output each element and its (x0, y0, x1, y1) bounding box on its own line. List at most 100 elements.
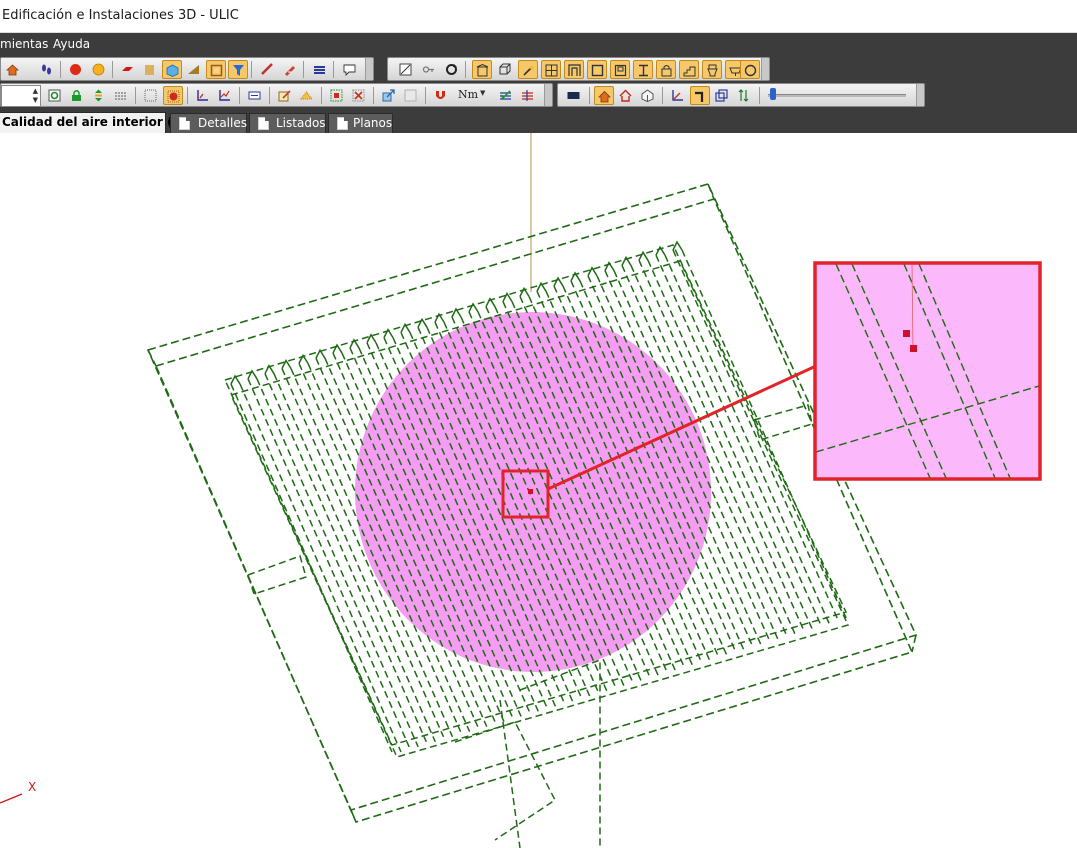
home-button[interactable] (3, 60, 23, 79)
comment-button[interactable] (340, 60, 360, 79)
monitor-button[interactable] (564, 86, 584, 105)
column-button[interactable] (633, 60, 653, 79)
graph-button[interactable] (215, 86, 235, 105)
update-button[interactable] (45, 86, 65, 105)
house-outline-icon (641, 89, 654, 102)
folder-button[interactable] (140, 60, 160, 79)
burst-icon (167, 90, 180, 103)
scene-canvas[interactable] (0, 133, 1077, 848)
key-button[interactable] (419, 60, 439, 79)
copy-button[interactable] (712, 86, 732, 105)
sphere-red-button[interactable] (66, 60, 86, 79)
toolbar-overflow-grip[interactable] (544, 84, 552, 106)
spin-down-icon[interactable]: ▼ (33, 96, 38, 104)
house-outline-button[interactable] (638, 86, 658, 105)
check-list-button[interactable] (496, 86, 516, 105)
ruler-button[interactable] (258, 60, 278, 79)
layers-edit-button[interactable] (111, 86, 131, 105)
menu-item-ayuda[interactable]: Ayuda (53, 37, 90, 51)
pattern-button[interactable] (297, 86, 317, 105)
check-list-red-button[interactable] (518, 86, 538, 105)
circle-button[interactable] (740, 60, 760, 79)
toolbar-overflow-grip[interactable] (365, 58, 373, 80)
refresh-icon (446, 64, 457, 75)
house-red-icon (619, 89, 632, 102)
document-icon (179, 117, 190, 130)
walk-button[interactable] (37, 60, 57, 79)
frame-button[interactable] (206, 60, 226, 79)
grid-stripe-cap (366, 333, 377, 344)
axis-icon (197, 90, 208, 101)
tab-detalles[interactable]: Detalles (170, 113, 247, 133)
pipe-button[interactable] (690, 86, 710, 105)
layers-button[interactable] (310, 60, 330, 79)
viewport-3d[interactable]: X (0, 133, 1077, 848)
toolbar-separator (251, 61, 252, 78)
toilet-button[interactable] (702, 60, 722, 79)
cube-button[interactable] (162, 60, 182, 79)
grid-button[interactable] (541, 60, 561, 79)
tab-calidad-aire[interactable]: Calidad del aire interior (HS3) (0, 112, 205, 133)
grid-stripe-cap (468, 302, 479, 313)
ghost-box-icon (404, 89, 417, 102)
comment-icon (343, 64, 356, 76)
arrow-box-button[interactable] (379, 86, 399, 105)
ghost-box-button[interactable] (401, 86, 421, 105)
axis-arrow-button[interactable] (668, 86, 688, 105)
swap-button[interactable] (734, 86, 754, 105)
move-vertical-button[interactable] (89, 86, 109, 105)
point-marker[interactable] (528, 489, 533, 494)
toolbar-separator (662, 87, 663, 104)
delete-box-button[interactable] (349, 86, 369, 105)
graph-icon (219, 90, 230, 101)
wedge-button[interactable] (184, 60, 204, 79)
level-spinner[interactable]: ▲ ▼ (1, 85, 41, 107)
edit-button[interactable] (275, 86, 295, 105)
burst-button[interactable] (163, 86, 183, 105)
axis-button[interactable] (193, 86, 213, 105)
slash-box-button[interactable] (396, 60, 416, 79)
toolbar-overflow-grip[interactable] (916, 84, 924, 106)
folder-icon (145, 65, 154, 75)
wedge-icon (188, 65, 199, 74)
axis-arrow-icon (672, 90, 683, 101)
tab-listados[interactable]: Listados (249, 113, 326, 133)
select-box-icon (330, 89, 343, 102)
stairs-button[interactable] (679, 60, 699, 79)
filter-button[interactable] (228, 60, 248, 79)
zoom-slider-track[interactable] (768, 94, 906, 97)
magnet-button[interactable] (431, 86, 451, 105)
zoom-slider-thumb[interactable] (770, 88, 776, 100)
wand-button[interactable] (518, 60, 538, 79)
lock-box-button[interactable] (656, 60, 676, 79)
document-icon (337, 117, 348, 130)
monitor-icon (567, 92, 580, 99)
dotted-grid-button[interactable] (141, 86, 161, 105)
house-orange-button[interactable] (594, 86, 614, 105)
red-slab-icon (122, 67, 133, 71)
refresh-button[interactable] (442, 60, 462, 79)
square-button[interactable] (587, 60, 607, 79)
lock-button[interactable] (67, 86, 87, 105)
select-box-button[interactable] (327, 86, 347, 105)
arch-button[interactable] (564, 60, 584, 79)
menu-item-herramientas[interactable]: mientas (0, 37, 48, 51)
grid-stripe-cap (383, 328, 394, 339)
label-box-button[interactable] (245, 86, 265, 105)
tab-planos[interactable]: Planos (328, 113, 393, 133)
document-icon (258, 117, 269, 130)
toolbar-separator (112, 61, 113, 78)
toolbar-overflow-grip[interactable] (761, 58, 769, 80)
slab-button[interactable] (118, 60, 138, 79)
copy-icon (715, 89, 728, 102)
house-red-button[interactable] (616, 86, 636, 105)
building-button[interactable] (472, 60, 492, 79)
zoom-point-marker (903, 330, 910, 337)
sphere-yellow-button[interactable] (89, 60, 109, 79)
spin-up-icon[interactable]: ▲ (33, 87, 38, 95)
toolbar-area: ▲ ▼ Nm ▼ (0, 55, 1077, 111)
cube-outline-button[interactable] (495, 60, 515, 79)
unit-combo[interactable]: Nm ▼ (454, 84, 488, 106)
panel-button[interactable] (610, 60, 630, 79)
annotate-button[interactable] (280, 60, 300, 79)
